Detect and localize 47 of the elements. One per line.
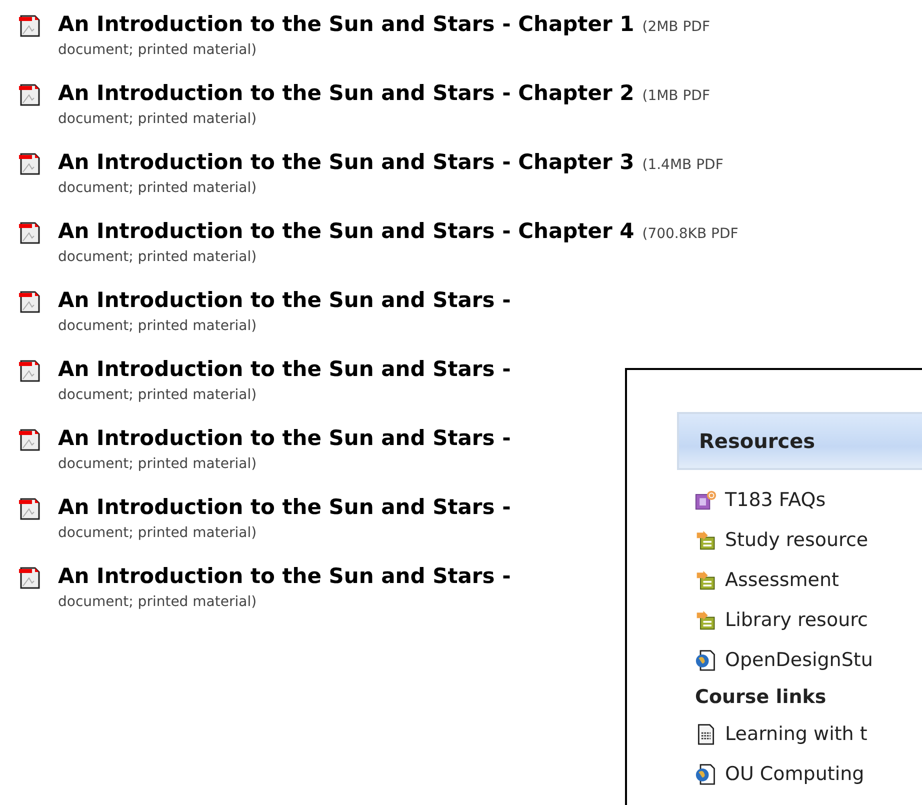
folder-icon	[695, 529, 717, 551]
file-description: document; printed material)	[58, 594, 257, 610]
file-description: document; printed material)	[58, 111, 257, 127]
document-link[interactable]: An Introduction to the Sun and Stars -	[58, 495, 511, 519]
pdf-file-icon	[18, 221, 42, 245]
file-description: document; printed material)	[58, 180, 257, 196]
faq-icon	[695, 489, 717, 511]
file-description: document; printed material)	[58, 525, 257, 541]
file-description: document; printed material)	[58, 387, 257, 403]
document-link[interactable]: An Introduction to the Sun and Stars - Chapter 3	[58, 150, 634, 174]
pdf-file-icon	[18, 290, 42, 314]
section-heading: Course links	[694, 685, 826, 710]
pdf-file-icon	[18, 152, 42, 176]
document-link[interactable]: An Introduction to the Sun and Stars - Chapter 4	[58, 219, 634, 243]
resource-link[interactable]: T183 FAQs	[725, 489, 826, 511]
file-size: (1.4MB PDF	[642, 157, 724, 173]
resource-link[interactable]: Study resource	[725, 529, 868, 551]
pdf-file-icon	[18, 14, 42, 38]
file-size: (1MB PDF	[642, 88, 710, 104]
globe-page-icon	[695, 763, 717, 785]
resource-link[interactable]: OU Computing	[725, 763, 864, 785]
file-description: document; printed material)	[58, 456, 257, 472]
folder-icon	[695, 609, 717, 631]
resource-link[interactable]: Learning with t	[725, 723, 868, 745]
document-icon	[695, 723, 717, 745]
globe-page-icon	[695, 649, 717, 671]
document-link[interactable]: An Introduction to the Sun and Stars -	[58, 564, 511, 588]
panel-title: Resources	[699, 429, 816, 453]
document-link[interactable]: An Introduction to the Sun and Stars -	[58, 357, 511, 381]
pdf-file-icon	[18, 428, 42, 452]
resource-link[interactable]: OpenDesignStu	[725, 649, 873, 671]
file-size: (700.8KB PDF	[642, 226, 738, 242]
pdf-file-icon	[18, 497, 42, 521]
pdf-file-icon	[18, 566, 42, 590]
file-description: document; printed material)	[58, 42, 257, 58]
resource-link[interactable]: Assessment	[725, 569, 839, 591]
file-description: document; printed material)	[58, 318, 257, 334]
document-link[interactable]: An Introduction to the Sun and Stars -	[58, 426, 511, 450]
resource-link[interactable]: Library resourc	[725, 609, 868, 631]
document-link[interactable]: An Introduction to the Sun and Stars - Chapter 1	[58, 12, 634, 36]
pdf-file-icon	[18, 359, 42, 383]
file-description: document; printed material)	[58, 249, 257, 265]
file-size: (2MB PDF	[642, 19, 710, 35]
document-link[interactable]: An Introduction to the Sun and Stars -	[58, 288, 511, 312]
folder-icon	[695, 569, 717, 591]
document-link[interactable]: An Introduction to the Sun and Stars - Chapter 2	[58, 81, 634, 105]
pdf-file-icon	[18, 83, 42, 107]
